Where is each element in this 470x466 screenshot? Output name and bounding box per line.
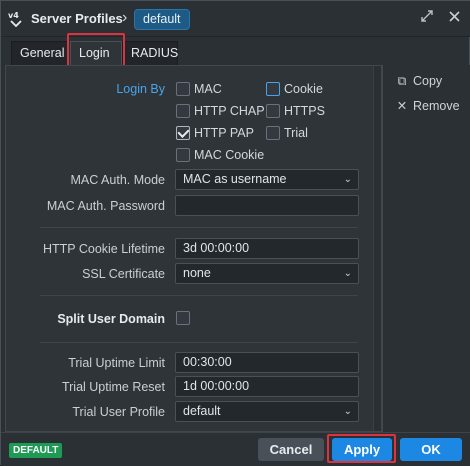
checkbox-cookie[interactable] [266, 82, 280, 96]
dialog-footer: DEFAULT Cancel Apply OK [1, 432, 470, 466]
trial-user-profile-select[interactable]: default ⌄ [175, 401, 359, 422]
checkbox-trial-label: Trial [284, 126, 308, 140]
checkbox-split-user-domain[interactable] [176, 311, 190, 325]
scrollbar[interactable] [373, 66, 381, 431]
section-divider [40, 227, 358, 228]
copy-icon: ⧉ [397, 74, 407, 88]
chevron-down-icon: ⌄ [343, 268, 352, 279]
trial-user-profile-label: Trial User Profile [72, 405, 165, 419]
trial-uptime-reset-value: 1d 00:00:00 [183, 379, 250, 393]
checkbox-mac-cookie-label: MAC Cookie [194, 148, 265, 162]
mac-auth-password-field[interactable] [175, 195, 359, 216]
checkbox-cookie-label: Cookie [284, 82, 323, 96]
trial-user-profile-value: default [183, 404, 221, 418]
close-icon[interactable] [446, 10, 462, 26]
apply-button-highlight [327, 434, 396, 463]
ssl-certificate-value: none [183, 266, 211, 280]
mac-auth-password-label: MAC Auth. Password [46, 199, 165, 213]
title-bar: v4 Server Profiles › default [1, 1, 470, 37]
svg-text:v4: v4 [8, 11, 19, 20]
expand-icon[interactable] [419, 10, 435, 26]
tab-general[interactable]: General [11, 41, 68, 65]
breadcrumb-separator: › [122, 9, 128, 26]
checkbox-http-pap-label: HTTP PAP [194, 126, 254, 140]
window-title: Server Profiles [31, 11, 123, 26]
http-cookie-lifetime-label: HTTP Cookie Lifetime [42, 242, 165, 256]
ssl-certificate-select[interactable]: none ⌄ [175, 263, 359, 284]
ssl-certificate-label: SSL Certificate [82, 267, 165, 281]
trial-uptime-limit-label: Trial Uptime Limit [68, 356, 165, 370]
split-user-domain-label: Split User Domain [57, 312, 165, 326]
chevron-down-icon: ⌄ [343, 406, 352, 417]
remove-icon: ✕ [396, 99, 408, 113]
profile-name-badge: default [134, 9, 190, 30]
http-cookie-lifetime-value: 3d 00:00:00 [183, 241, 250, 255]
checkbox-mac-cookie[interactable] [176, 148, 190, 162]
login-by-label: Login By [116, 82, 165, 96]
checkbox-http-chap[interactable] [176, 104, 190, 118]
http-cookie-lifetime-field[interactable]: 3d 00:00:00 [175, 238, 359, 259]
default-badge: DEFAULT [9, 443, 63, 458]
copy-label: Copy [413, 74, 443, 88]
trial-uptime-reset-field[interactable]: 1d 00:00:00 [175, 376, 359, 397]
cancel-button[interactable]: Cancel [258, 438, 324, 461]
login-settings-panel: Login By MAC Cookie HTTP CHAP HTTPS HTTP… [5, 65, 382, 432]
mac-auth-mode-value: MAC as username [183, 172, 287, 186]
mac-auth-mode-label: MAC Auth. Mode [70, 173, 166, 187]
checkbox-https-label: HTTPS [284, 104, 325, 118]
chevron-down-icon: ⌄ [343, 174, 352, 185]
section-divider [40, 342, 358, 343]
trial-uptime-limit-field[interactable]: 00:30:00 [175, 352, 359, 373]
checkbox-mac-label: MAC [194, 82, 222, 96]
winbox-logo-icon: v4 [8, 11, 22, 28]
trial-uptime-reset-label: Trial Uptime Reset [61, 380, 165, 394]
remove-button[interactable]: ✕ Remove [395, 98, 460, 116]
remove-label: Remove [413, 99, 460, 113]
trial-uptime-limit-value: 00:30:00 [183, 355, 232, 369]
mac-auth-mode-select[interactable]: MAC as username ⌄ [175, 169, 359, 190]
ok-button[interactable]: OK [400, 438, 462, 461]
tab-radius[interactable]: RADIUS [122, 41, 178, 65]
checkbox-http-chap-label: HTTP CHAP [194, 104, 265, 118]
server-profiles-window: v4 Server Profiles › default General Log… [0, 0, 470, 466]
checkbox-mac[interactable] [176, 82, 190, 96]
checkbox-http-pap[interactable] [176, 126, 190, 140]
side-actions-panel: ⧉ Copy ✕ Remove [382, 65, 470, 432]
copy-button[interactable]: ⧉ Copy [395, 74, 443, 92]
checkbox-https[interactable] [266, 104, 280, 118]
section-divider [40, 295, 358, 296]
checkbox-trial[interactable] [266, 126, 280, 140]
